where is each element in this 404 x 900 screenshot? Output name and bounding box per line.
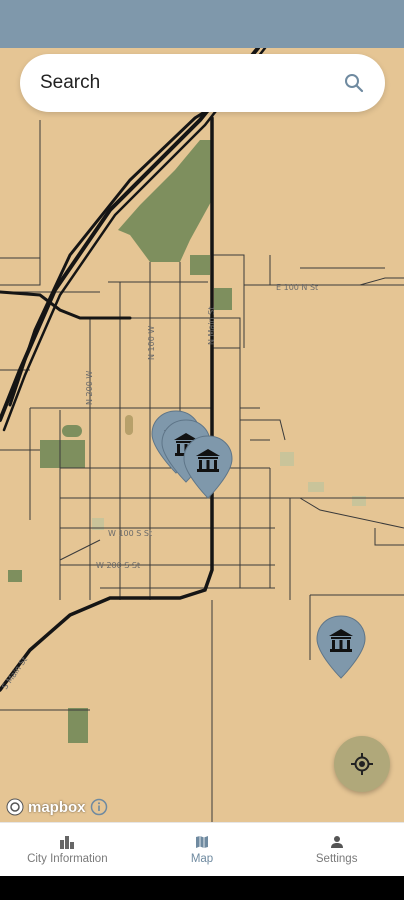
city-icon [60, 835, 75, 849]
nav-label-map: Map [190, 852, 214, 865]
street-label-n200w: N 200 W [85, 371, 94, 405]
search-label: Search [40, 72, 101, 93]
museum-pin-3[interactable] [182, 434, 234, 500]
nav-label-settings: Settings [315, 852, 358, 865]
search-icon[interactable] [343, 72, 365, 94]
person-icon [330, 835, 343, 848]
nav-map[interactable]: Map [135, 823, 270, 876]
street-label-w200s: W 200 S St [96, 561, 140, 570]
street-label-w100s: W 100 S St [108, 529, 152, 538]
mapbox-wordmark: mapbox [28, 798, 86, 816]
crosshair-icon [351, 753, 373, 775]
mapbox-logo-icon [6, 798, 24, 816]
street-label-smain: S Main St [0, 655, 29, 691]
locate-me-button[interactable] [334, 736, 390, 792]
street-label-nmain: N Main St [207, 307, 216, 345]
museum-pin-4[interactable] [315, 614, 367, 680]
mapbox-attribution[interactable]: mapbox [6, 796, 108, 818]
map-view[interactable]: E 100 N St W 100 S St W 200 S St N 200 W… [0, 48, 404, 822]
bottom-navigation: City Information Map Settings [0, 822, 404, 876]
system-navigation-bar [0, 876, 404, 900]
street-label-e100n: E 100 N St [276, 283, 318, 292]
nav-city-information[interactable]: City Information [0, 823, 135, 876]
info-icon[interactable] [90, 798, 108, 816]
status-bar [0, 0, 404, 48]
nav-label-city-information: City Information [27, 852, 108, 865]
search-bar[interactable]: Search [20, 54, 385, 112]
street-label-n100w: N 100 W [147, 326, 156, 360]
map-icon [196, 835, 208, 848]
nav-settings[interactable]: Settings [269, 823, 404, 876]
